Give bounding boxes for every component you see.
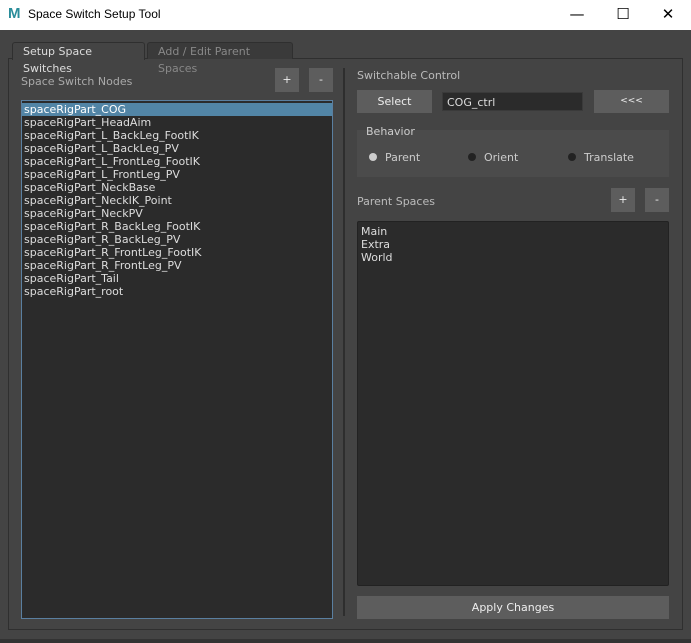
select-button[interactable]: Select [357,90,432,113]
radio-label: Orient [484,151,519,164]
parent-spaces-list[interactable]: Main Extra World [357,221,669,586]
divider [343,68,345,616]
remove-parent-space-button[interactable]: - [645,188,669,212]
radio-icon [568,153,576,161]
window-title: Space Switch Setup Tool [28,7,161,21]
node-list-item[interactable]: spaceRigPart_root [22,285,332,298]
close-button[interactable]: ✕ [645,0,691,30]
node-list-item[interactable]: spaceRigPart_Tail [22,272,332,285]
load-control-button[interactable]: <<< [594,90,669,113]
behavior-radio-parent[interactable]: Parent [369,151,420,164]
remove-node-button[interactable]: - [309,68,333,92]
node-list-item[interactable]: spaceRigPart_NeckPV [22,207,332,220]
add-node-button[interactable]: + [275,68,299,92]
switchable-control-label: Switchable Control [357,69,461,82]
node-list-item[interactable]: spaceRigPart_HeadAim [22,116,332,129]
node-list-item[interactable]: spaceRigPart_R_BackLeg_FootIK [22,220,332,233]
add-parent-space-button[interactable]: + [611,188,635,212]
behavior-label: Behavior [366,125,415,138]
node-list-item[interactable]: spaceRigPart_R_BackLeg_PV [22,233,332,246]
node-list-item[interactable]: spaceRigPart_NeckIK_Point [22,194,332,207]
radio-label: Translate [584,151,634,164]
tab-add-edit-parent-spaces[interactable]: Add / Edit Parent Spaces [147,42,293,75]
radio-label: Parent [385,151,421,164]
title-bar: M Space Switch Setup Tool — ☐ ✕ [0,0,691,30]
node-list-item[interactable]: spaceRigPart_R_FrontLeg_PV [22,259,332,272]
space-switch-nodes-list[interactable]: spaceRigPart_COG spaceRigPart_HeadAim spac… [21,100,333,619]
radio-icon [468,153,476,161]
maximize-button[interactable]: ☐ [600,0,646,30]
node-list-item[interactable]: spaceRigPart_COG [22,103,332,116]
tab-setup-space-switches[interactable]: Setup Space Switches [12,42,145,75]
parent-spaces-label: Parent Spaces [357,195,435,208]
node-list-item[interactable]: spaceRigPart_L_FrontLeg_PV [22,168,332,181]
bottom-strip [0,639,691,643]
parent-space-item[interactable]: World [359,251,668,264]
node-list-item[interactable]: spaceRigPart_L_BackLeg_PV [22,142,332,155]
parent-space-item[interactable]: Main [359,225,668,238]
control-name-field[interactable]: COG_ctrl [442,92,583,111]
parent-space-item[interactable]: Extra [359,238,668,251]
behavior-radio-orient[interactable]: Orient [468,151,518,164]
node-list-item[interactable]: spaceRigPart_L_FrontLeg_FootIK [22,155,332,168]
maya-icon: M [8,5,21,22]
minimize-button[interactable]: — [554,0,600,30]
space-switch-nodes-label: Space Switch Nodes [21,75,133,88]
apply-changes-button[interactable]: Apply Changes [357,596,669,619]
radio-icon [369,153,377,161]
node-list-item[interactable]: spaceRigPart_R_FrontLeg_FootIK [22,246,332,259]
behavior-radio-translate[interactable]: Translate [568,151,634,164]
node-list-item[interactable]: spaceRigPart_L_BackLeg_FootIK [22,129,332,142]
node-list-item[interactable]: spaceRigPart_NeckBase [22,181,332,194]
